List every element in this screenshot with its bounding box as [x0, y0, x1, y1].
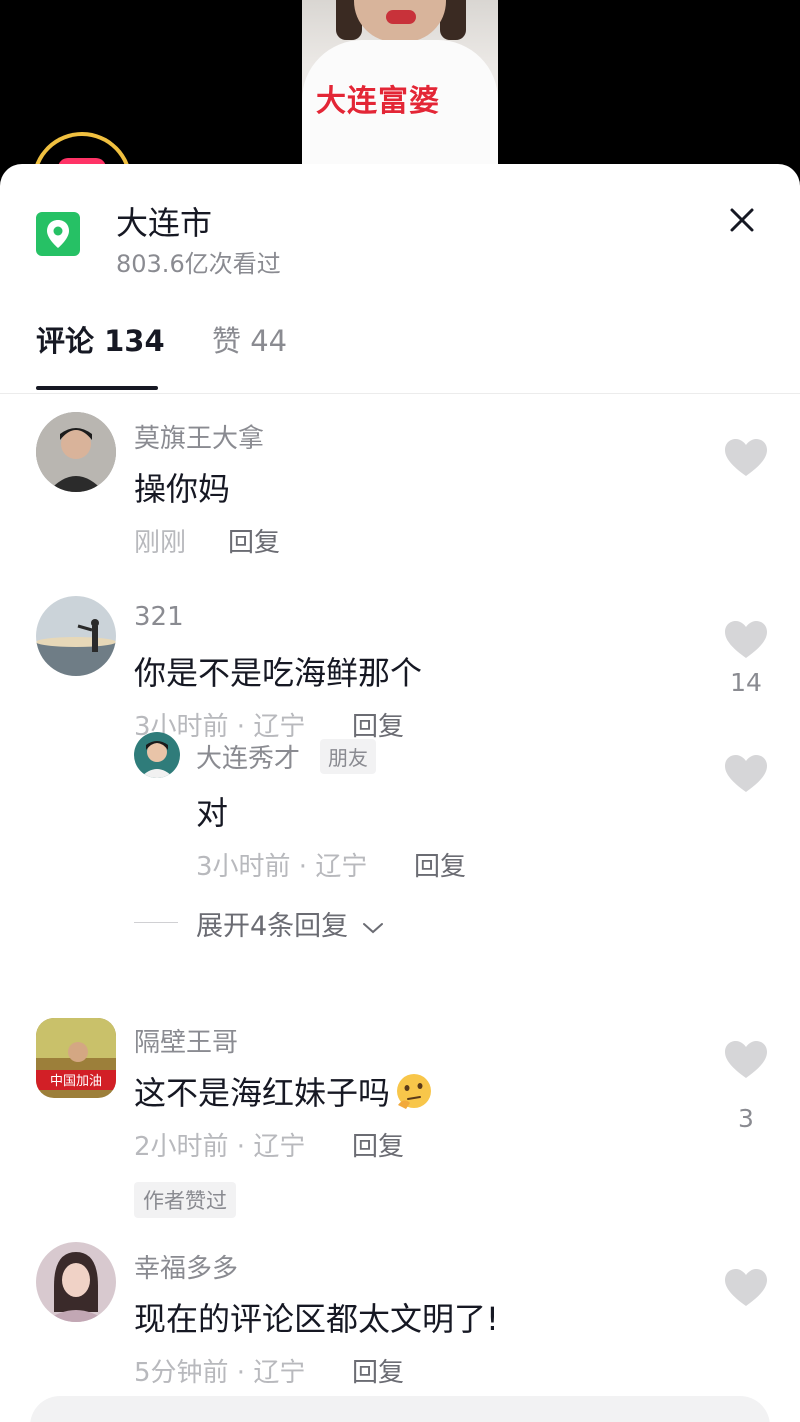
- comment-item: 幸福多多 现在的评论区都太文明了! 5分钟前 · 辽宁 回复: [0, 1242, 800, 1388]
- friend-badge: 朋友: [320, 739, 376, 774]
- comment-item: 中国加油 隔壁王哥 这不是海红妹子吗 2小时前 · 辽宁 回复 作者赞过 3: [0, 1016, 800, 1218]
- thinking-emoji-icon: [392, 1071, 436, 1119]
- comment-author[interactable]: 隔壁王哥: [134, 1022, 238, 1059]
- reply-text: 对: [196, 794, 229, 832]
- heart-icon[interactable]: [724, 1040, 768, 1080]
- heart-icon[interactable]: [724, 620, 768, 660]
- comment-author[interactable]: 莫旗王大拿: [134, 418, 264, 455]
- expand-divider: [134, 922, 178, 923]
- location-header[interactable]: 大连市 803.6亿次看过: [0, 164, 800, 284]
- comment-text: 操你妈: [134, 470, 231, 508]
- close-icon[interactable]: [722, 200, 762, 240]
- heart-icon[interactable]: [724, 438, 768, 478]
- location-pin-icon: [36, 212, 80, 256]
- chevron-down-icon: [361, 912, 385, 943]
- tab-comments[interactable]: 评论 134: [36, 318, 165, 360]
- comment-time: 2小时前 · 辽宁: [134, 1132, 306, 1162]
- video-caption: 大连富婆: [316, 84, 440, 119]
- reply-time: 3小时前 · 辽宁: [196, 852, 368, 882]
- expand-replies-label: 展开4条回复: [196, 911, 349, 942]
- reply-button[interactable]: 回复: [352, 1352, 404, 1389]
- comment-text-content: 这不是海红妹子吗: [134, 1074, 391, 1112]
- tab-bar: 评论 134 赞 44: [0, 304, 800, 394]
- video-frame: 大连富婆: [302, 0, 498, 164]
- reply-button[interactable]: 回复: [352, 706, 404, 743]
- author-liked-badge: 作者赞过: [134, 1182, 236, 1218]
- video-lips: [386, 10, 416, 24]
- comment-input-bar[interactable]: [30, 1396, 770, 1422]
- reply-button[interactable]: 回复: [414, 846, 466, 883]
- comment-author[interactable]: 321: [134, 602, 184, 632]
- comment-item: 321 你是不是吃海鲜那个 3小时前 · 辽宁 回复 14 大连秀才 朋友 对 …: [0, 596, 800, 966]
- avatar[interactable]: [134, 732, 180, 778]
- heart-icon[interactable]: [724, 1268, 768, 1308]
- avatar-text: 中国加油: [50, 1074, 102, 1089]
- comment-text: 现在的评论区都太文明了!: [134, 1300, 499, 1338]
- video-player[interactable]: 大连富婆: [0, 0, 800, 253]
- tab-active-indicator: [36, 386, 158, 390]
- avatar[interactable]: [36, 412, 116, 492]
- location-views: 803.6亿次看过: [116, 250, 281, 278]
- location-title: 大连市: [116, 204, 213, 242]
- expand-replies-button[interactable]: 展开4条回复: [196, 904, 385, 943]
- comment-sheet: 大连市 803.6亿次看过 评论 134 赞 44 莫旗王大拿 操你妈 刚刚 回…: [0, 164, 800, 1422]
- reply-button[interactable]: 回复: [352, 1126, 404, 1163]
- like-count: 3: [738, 1104, 754, 1133]
- like-count: 14: [730, 668, 762, 697]
- tab-likes[interactable]: 赞 44: [212, 318, 287, 360]
- comment-time: 刚刚: [134, 528, 187, 558]
- comment-author[interactable]: 幸福多多: [134, 1248, 238, 1285]
- avatar[interactable]: [36, 596, 116, 676]
- reply-button[interactable]: 回复: [228, 522, 280, 559]
- comment-item: 莫旗王大拿 操你妈 刚刚 回复: [0, 412, 800, 562]
- comment-text: 这不是海红妹子吗: [134, 1068, 436, 1119]
- reply-author[interactable]: 大连秀才: [196, 738, 300, 775]
- heart-icon[interactable]: [724, 754, 768, 794]
- comment-time: 5分钟前 · 辽宁: [134, 1358, 306, 1388]
- avatar[interactable]: [36, 1242, 116, 1322]
- comment-text: 你是不是吃海鲜那个: [134, 654, 423, 692]
- avatar[interactable]: 中国加油: [36, 1018, 116, 1098]
